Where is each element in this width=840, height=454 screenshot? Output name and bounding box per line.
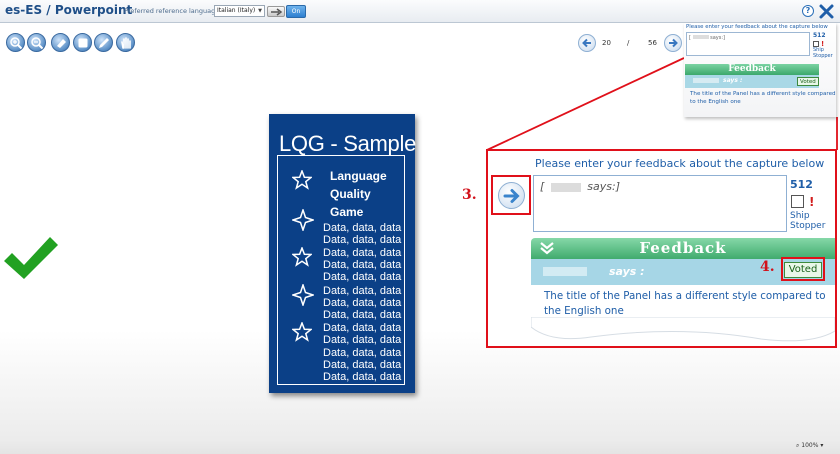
says-label: says : (609, 265, 645, 278)
feedback-title: Feedback (639, 239, 727, 257)
mini-ship-stopper-label: Ship Stopper (813, 47, 833, 59)
slide-data-line: Data, data, data (323, 247, 402, 259)
step4-label: 4. (760, 259, 775, 275)
star-outline-icon (292, 247, 312, 267)
feedback-header[interactable]: Feedback (531, 238, 835, 259)
says-row: says : Voted (531, 257, 835, 285)
slide-content-box: Language Quality Game Data, data, data D… (277, 155, 405, 385)
arrow-right-icon (503, 189, 520, 203)
star-outline-icon (292, 170, 312, 190)
slide-data-line: Data, data, data (323, 222, 402, 234)
zoom-level-indicator[interactable]: ⌕ 100% ▾ (796, 442, 823, 450)
mini-says-row: says : Voted (685, 75, 819, 88)
zoomed-feedback-callout: Please enter your feedback about the cap… (486, 149, 837, 348)
chevron-down-icon: ▾ (818, 442, 824, 449)
feedback-preview-thumbnail: Please enter your feedback about the cap… (684, 23, 836, 117)
feedback-message: The title of the Panel has a different s… (544, 290, 826, 317)
redacted-name (692, 35, 709, 39)
step3-highlight (491, 175, 531, 215)
slide-data-line: Data, data, data (323, 334, 402, 346)
mini-voted-button[interactable]: Voted (797, 77, 819, 86)
says-prefix: [ (540, 180, 545, 193)
capture-slide: LQG - Sample Language Quality Game Data,… (269, 114, 417, 393)
mini-says-label: says : (723, 77, 743, 84)
redacted-name (543, 267, 587, 276)
panel-curl-decoration (531, 317, 835, 342)
mini-feedback-header[interactable]: Feedback (685, 64, 819, 75)
step3-label: 3. (462, 187, 477, 203)
mini-feedback-textarea[interactable]: [ says:] (686, 32, 810, 56)
slide-data-line: Data, data, data (323, 285, 402, 297)
slide-data-line: Data, data, data (323, 347, 402, 359)
slide-data-line: Data, data, data (323, 271, 402, 283)
star-four-point-icon (292, 209, 314, 231)
char-count: 512 (790, 178, 813, 191)
zoom-level-value: 100% (801, 442, 819, 449)
slide-data-line: Data, data, data (323, 371, 402, 383)
slide-data-line: Data, data, data (323, 359, 402, 371)
slide-data-line: Data, data, data (323, 309, 402, 321)
slide-title: LQG - Sample (279, 131, 417, 156)
ship-stopper-label: Ship Stopper (790, 211, 826, 231)
mini-char-count: 512 (813, 32, 826, 39)
app-window: es-ES / Powerpoint Preferred reference l… (0, 0, 840, 454)
ship-stopper-checkbox[interactable] (791, 195, 804, 208)
slide-heading-line: Language (330, 169, 387, 183)
exclamation-icon: ! (809, 195, 815, 209)
says-suffix: says:] (587, 180, 621, 193)
mini-says-prefix: [ (689, 35, 691, 41)
slide-data-line: Data, data, data (323, 322, 402, 334)
slide-heading-line: Game (330, 205, 364, 219)
feedback-textarea[interactable]: [ says:] (533, 175, 787, 232)
redacted-name (550, 182, 581, 192)
voted-button[interactable]: Voted (784, 262, 822, 278)
feedback-prompt: Please enter your feedback about the cap… (535, 157, 825, 170)
mini-feedback-message: The title of the Panel has a different s… (690, 91, 836, 105)
star-four-point-icon (292, 284, 314, 306)
slide-data-line: Data, data, data (323, 297, 402, 309)
mini-says-suffix: says:] (710, 35, 726, 41)
mini-feedback-prompt: Please enter your feedback about the cap… (686, 24, 828, 30)
checkmark-icon (4, 237, 58, 279)
star-outline-icon (292, 322, 312, 342)
slide-data-line: Data, data, data (323, 259, 402, 271)
slide-heading-line: Quality (330, 187, 371, 201)
slide-data-line: Data, data, data (323, 234, 402, 246)
redacted-name (693, 78, 719, 83)
next-page-button-zoomed[interactable] (498, 182, 525, 209)
